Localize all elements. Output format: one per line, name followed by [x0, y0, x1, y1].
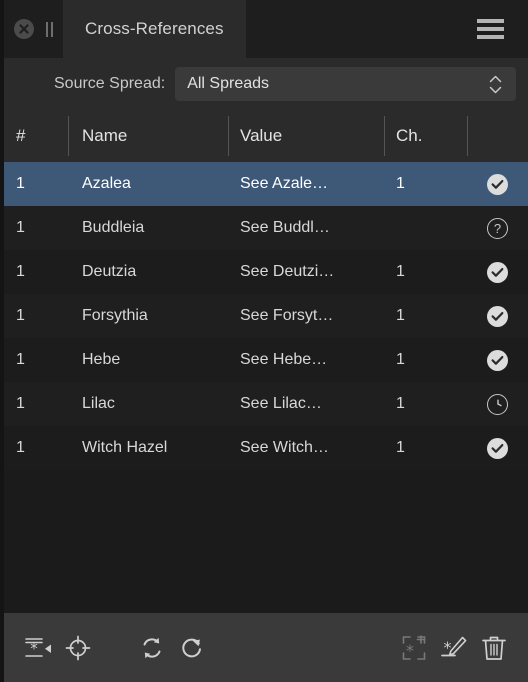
cell-value: See Azale… — [240, 175, 329, 192]
delete-cross-reference-icon[interactable] — [474, 628, 514, 668]
table-body: 1 Azalea See Azale… 1 1 Buddleia See Buddl…? 1 D… — [4, 162, 528, 470]
cell-name: Witch Hazel — [82, 439, 168, 456]
titlebar-spacer — [245, 0, 477, 58]
status-ok-icon — [487, 349, 508, 371]
go-to-source-icon[interactable]: * — [18, 628, 58, 668]
cell-status[interactable] — [467, 382, 528, 426]
svg-text:*: * — [30, 639, 38, 657]
relink-cross-reference-icon[interactable] — [172, 628, 212, 668]
status-ok-icon — [487, 261, 508, 283]
cell-value: See Deutzi… — [240, 263, 335, 280]
cell-value: See Witch… — [240, 439, 329, 456]
update-cross-reference-icon[interactable] — [132, 628, 172, 668]
table-row[interactable]: 1 Witch Hazel See Witch… 1 — [4, 426, 528, 470]
cell-number: 1 — [16, 351, 25, 368]
status-ok-icon — [487, 437, 508, 459]
table-row[interactable]: 1 Forsythia See Forsyt… 1 — [4, 294, 528, 338]
table-row[interactable]: 1 Deutzia See Deutzi… 1 — [4, 250, 528, 294]
cell-number: 1 — [16, 263, 25, 280]
cell-number: 1 — [16, 219, 25, 236]
cell-number: 1 — [16, 439, 25, 456]
cell-name: Azalea — [82, 175, 131, 192]
status-pending-icon — [487, 393, 508, 415]
cell-chapter: 1 — [396, 263, 405, 280]
table-row[interactable]: 1 Buddleia See Buddl…? — [4, 206, 528, 250]
cell-value: See Buddl… — [240, 219, 330, 236]
cell-name: Forsythia — [82, 307, 148, 324]
titlebar-left-controls — [4, 0, 53, 58]
cell-status[interactable] — [467, 250, 528, 294]
table-header-row: # Name Value Ch. — [4, 110, 528, 162]
cell-status[interactable]: ? — [467, 206, 528, 250]
column-header-value[interactable]: Value — [228, 110, 384, 162]
cell-chapter: 1 — [396, 307, 405, 324]
edit-cross-reference-icon[interactable]: * — [434, 628, 474, 668]
column-header-name[interactable]: Name — [68, 110, 228, 162]
cell-name: Lilac — [82, 395, 115, 412]
cell-status[interactable] — [467, 426, 528, 470]
source-spread-label: Source Spread: — [54, 75, 166, 92]
column-header-number[interactable]: # — [4, 110, 68, 162]
cell-number: 1 — [16, 395, 25, 412]
cell-name: Hebe — [82, 351, 121, 368]
cell-chapter: 1 — [396, 175, 405, 192]
cell-status[interactable] — [467, 294, 528, 338]
cell-number: 1 — [16, 307, 25, 324]
cell-chapter: 1 — [396, 351, 405, 368]
close-circle-icon[interactable] — [14, 19, 34, 39]
column-header-status[interactable] — [467, 110, 528, 162]
source-spread-bar: Source Spread: All Spreads — [4, 58, 528, 110]
stepper-updown-icon[interactable] — [489, 75, 506, 94]
source-spread-value: All Spreads — [187, 75, 270, 92]
panel-titlebar: Cross-References — [4, 0, 528, 58]
cell-name: Buddleia — [82, 219, 145, 236]
panel-toolbar: * * * — [4, 613, 528, 682]
hamburger-menu-icon[interactable] — [477, 19, 520, 39]
tab-label: Cross-References — [85, 19, 224, 38]
cross-references-table: # Name Value Ch. 1 Azalea See Azale… 1 1 Budd… — [4, 110, 528, 613]
cell-status[interactable] — [467, 162, 528, 206]
cell-status[interactable] — [467, 338, 528, 382]
table-row[interactable]: 1 Hebe See Hebe… 1 — [4, 338, 528, 382]
go-to-destination-icon[interactable] — [58, 628, 98, 668]
table-row[interactable]: 1 Lilac See Lilac… 1 — [4, 382, 528, 426]
cell-value: See Lilac… — [240, 395, 322, 412]
column-header-chapter[interactable]: Ch. — [384, 110, 467, 162]
drag-handle-icon[interactable] — [46, 21, 53, 37]
cell-value: See Forsyt… — [240, 307, 334, 324]
cell-value: See Hebe… — [240, 351, 328, 368]
cell-chapter — [384, 206, 467, 250]
status-ok-icon — [487, 173, 508, 195]
cell-chapter: 1 — [396, 439, 405, 456]
status-unknown-icon: ? — [487, 217, 508, 239]
source-spread-select[interactable]: All Spreads — [175, 67, 516, 101]
table-row[interactable]: 1 Azalea See Azale… 1 — [4, 162, 528, 206]
svg-text:*: * — [406, 641, 414, 660]
cell-number: 1 — [16, 175, 25, 192]
status-ok-icon — [487, 305, 508, 327]
cell-name: Deutzia — [82, 263, 137, 280]
tab-cross-references[interactable]: Cross-References — [63, 0, 246, 58]
new-cross-reference-icon[interactable]: * — [394, 628, 434, 668]
cell-chapter: 1 — [396, 395, 405, 412]
cross-references-panel: Cross-References Source Spread: All Spre… — [0, 0, 528, 682]
